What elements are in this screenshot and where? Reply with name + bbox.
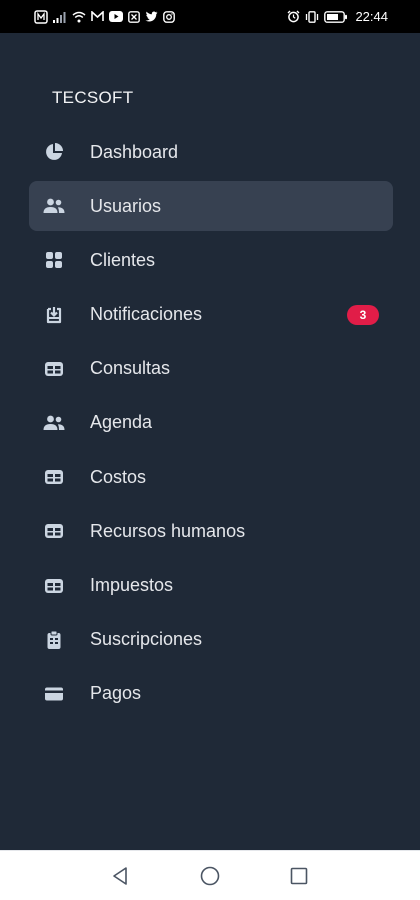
menu-item-suscripciones[interactable]: Suscripciones [29, 615, 393, 665]
table-icon [43, 520, 65, 542]
grid-icon [43, 249, 65, 271]
clipboard-icon [43, 629, 65, 651]
status-left-icons [34, 9, 175, 24]
menu-item-impuestos[interactable]: Impuestos [29, 561, 393, 611]
status-right-icons: 22:44 [287, 9, 388, 24]
app-icon [34, 9, 48, 24]
menu-label: Dashboard [90, 141, 179, 162]
status-bar: 22:44 [0, 0, 420, 33]
instagram-icon [163, 10, 175, 23]
users-icon [43, 412, 65, 434]
clock: 22:44 [355, 9, 388, 24]
menu-label: Impuestos [90, 575, 174, 595]
recents-icon[interactable] [285, 862, 313, 890]
inbox-icon [43, 304, 65, 326]
mail-icon [91, 11, 104, 22]
vibrate-icon [305, 10, 319, 23]
youtube-icon [109, 11, 123, 22]
menu-label: Agenda [90, 412, 153, 433]
home-icon[interactable] [196, 862, 224, 890]
app-screen: 22:44 TECSOFT Dashboard Usuarios Cliente… [0, 0, 420, 900]
menu-item-clientes[interactable]: Clientes [29, 235, 393, 285]
menu-list: Dashboard Usuarios Clientes Notificacion… [29, 127, 393, 723]
menu-item-dashboard[interactable]: Dashboard [29, 127, 393, 177]
table-icon [43, 466, 65, 488]
menu-label: Recursos humanos [90, 520, 246, 541]
credit-card-icon [43, 683, 65, 705]
menu-item-consultas[interactable]: Consultas [29, 344, 393, 394]
wifi-icon [72, 11, 86, 23]
menu-label: Costos [90, 466, 147, 487]
menu-label: Suscripciones [90, 629, 203, 650]
menu-label: Pagos [90, 683, 142, 704]
users-icon [43, 195, 65, 217]
back-icon[interactable] [106, 862, 134, 890]
brand-title: TECSOFT [52, 88, 134, 107]
menu-item-costos[interactable]: Costos [29, 452, 393, 502]
menu-label: Consultas [90, 358, 171, 379]
menu-label: Usuarios [90, 195, 162, 216]
pie-chart-icon [43, 141, 65, 163]
battery-icon [324, 10, 348, 23]
extra-icon [128, 10, 140, 23]
alarm-icon [287, 10, 300, 23]
table-icon [43, 358, 65, 380]
signal-icon [53, 11, 67, 23]
menu-label: Notificaciones [90, 304, 203, 325]
notification-badge: 3 [347, 304, 379, 325]
menu-item-usuarios[interactable]: Usuarios [29, 181, 393, 232]
system-navigation-bar [0, 850, 420, 900]
menu-item-pagos[interactable]: Pagos [29, 669, 393, 719]
twitter-icon [145, 11, 158, 22]
menu-label: Clientes [90, 249, 156, 270]
menu-item-notificaciones[interactable]: Notificaciones 3 [29, 290, 393, 340]
menu-item-agenda[interactable]: Agenda [29, 398, 393, 448]
menu-item-recursos-humanos[interactable]: Recursos humanos [29, 506, 393, 556]
table-icon [43, 575, 65, 597]
navigation-drawer: TECSOFT Dashboard Usuarios Clientes Noti… [0, 33, 420, 850]
